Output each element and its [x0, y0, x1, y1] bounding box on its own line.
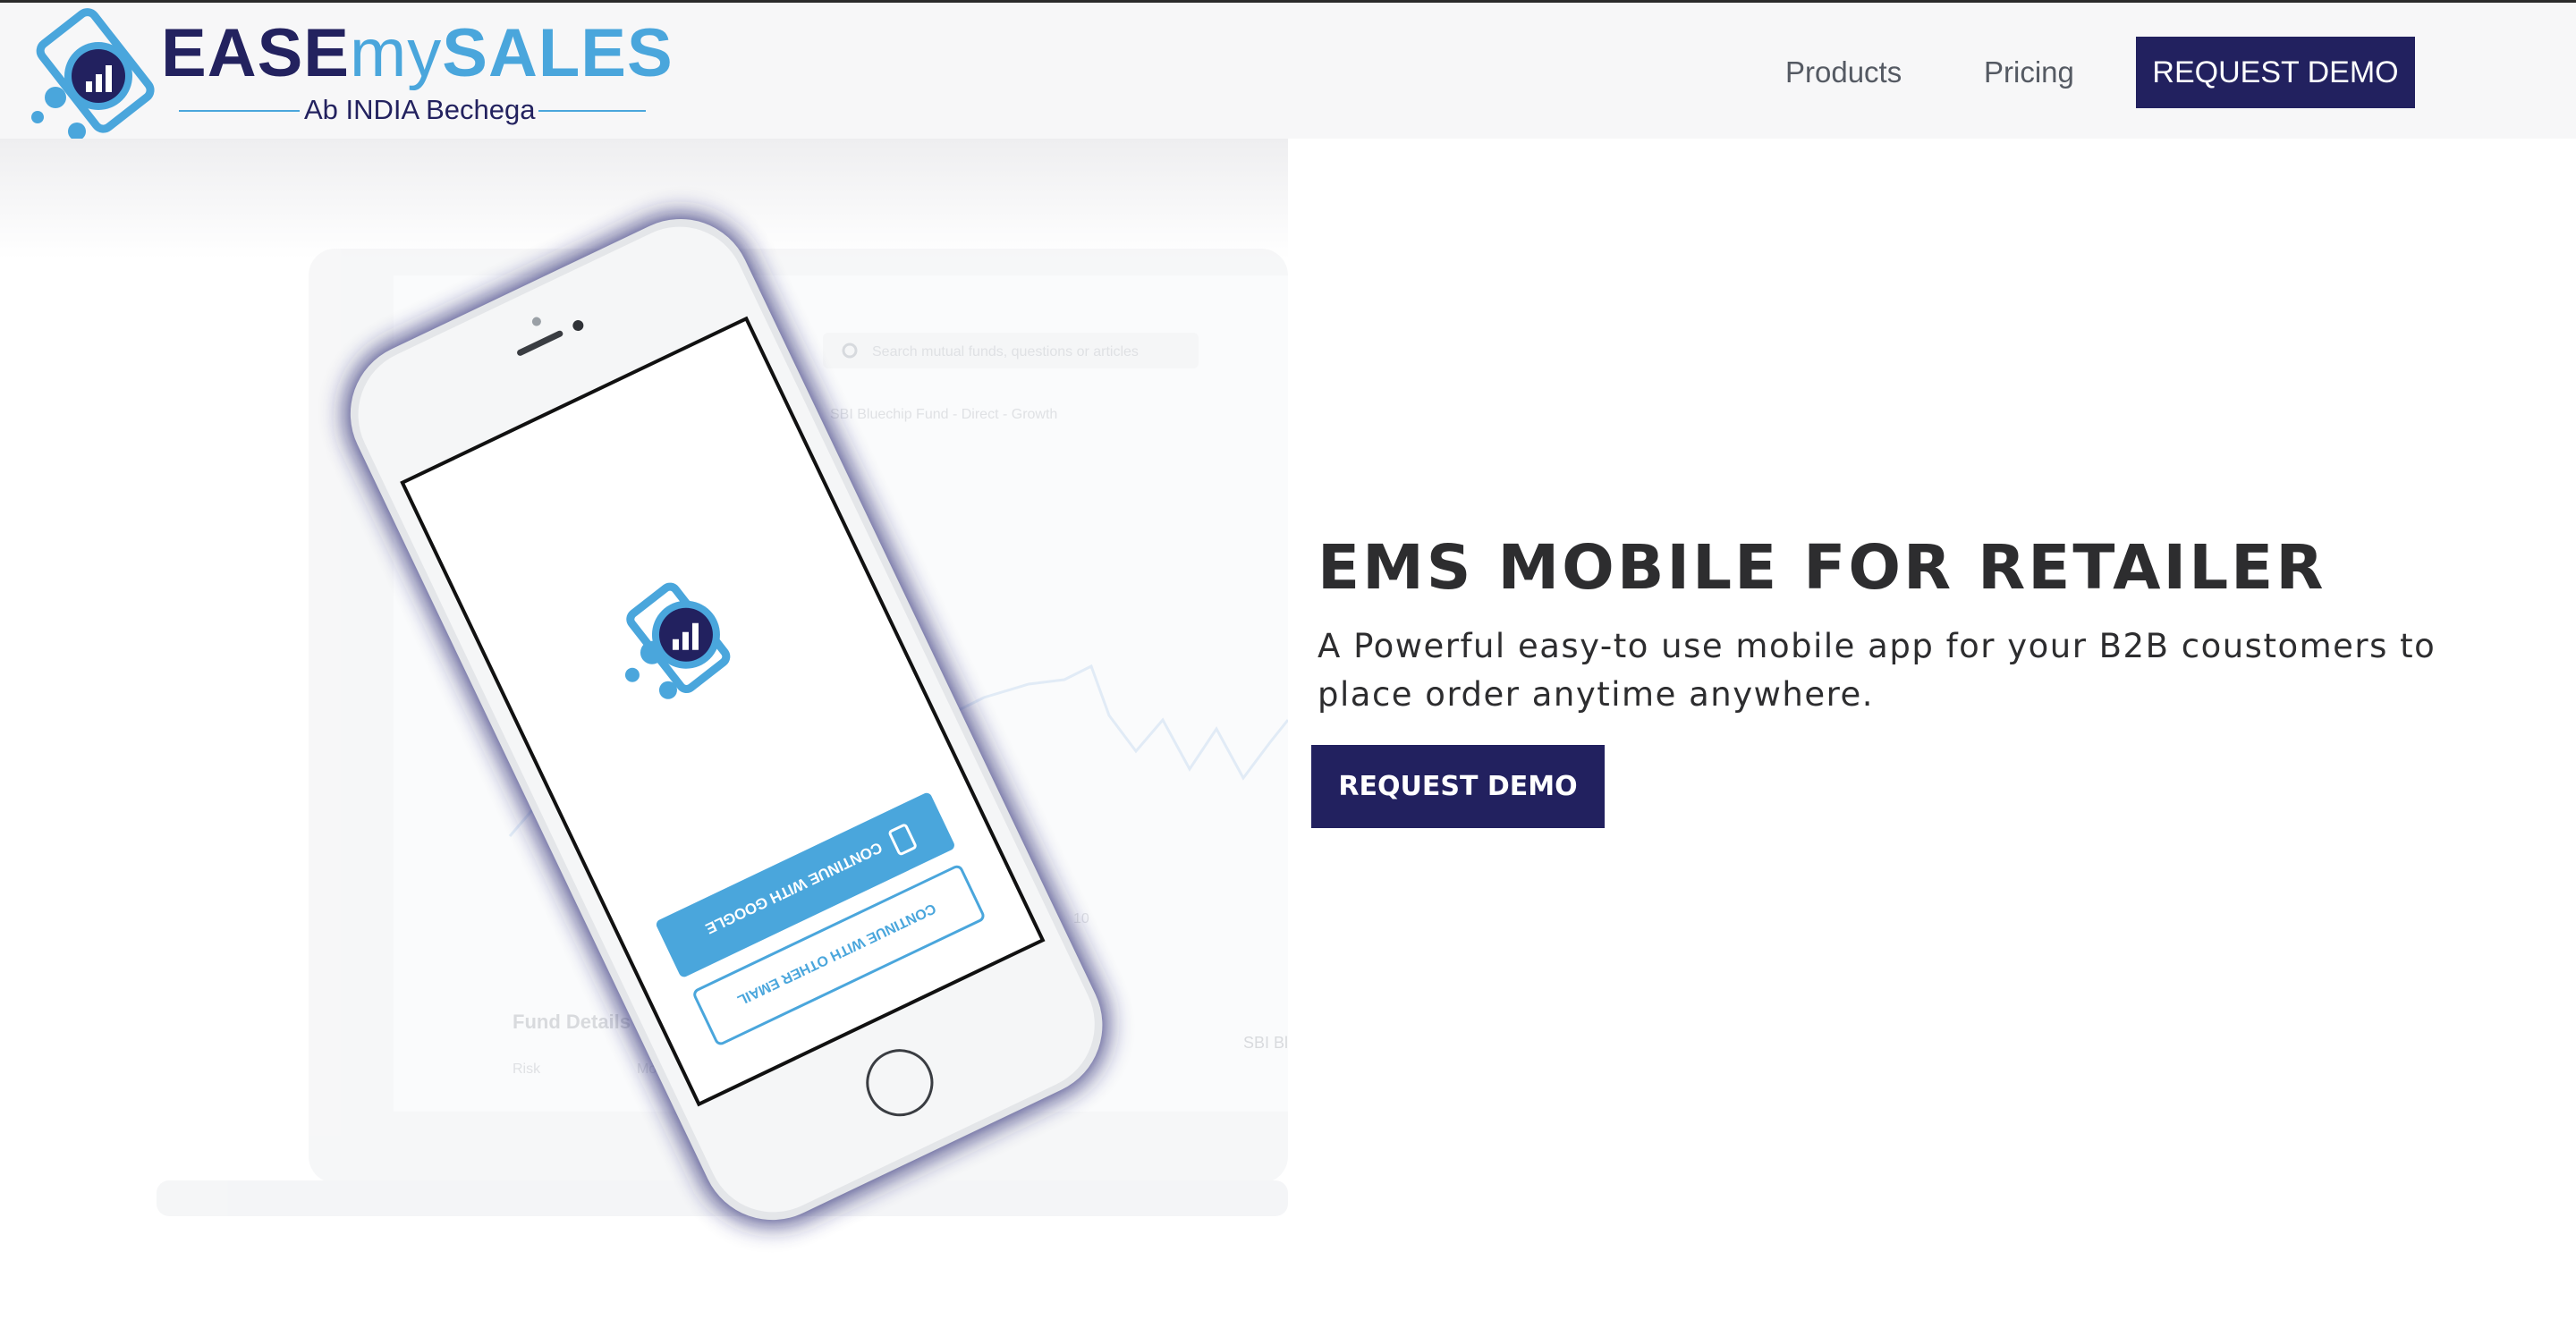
brand-name-ease: EASE	[161, 15, 350, 91]
nav-products-link[interactable]: Products	[1785, 37, 1902, 108]
nav-pricing-link[interactable]: Pricing	[1984, 37, 2074, 108]
laptop-fund-name: SBI Bluechip Fund - Direct - Growth	[830, 407, 1057, 422]
brand-logo[interactable]: EASEmySALES Ab INDIA Bechega	[27, 6, 689, 140]
hero-illustration: Search mutual funds, questions or articl…	[0, 139, 1288, 1265]
brand-name-sales: SALES	[442, 15, 674, 91]
tagline-line-left	[179, 110, 300, 112]
brand-name-my: my	[349, 15, 443, 91]
laptop-search-placeholder: Search mutual funds, questions or articl…	[872, 344, 1139, 359]
device-mockup: Search mutual funds, questions or articl…	[0, 139, 1288, 1225]
hero-description: A Powerful easy-to use mobile app for yo…	[1318, 627, 2436, 714]
tagline-line-right	[538, 110, 646, 112]
laptop-risk-label: Risk	[513, 1062, 541, 1077]
laptop-fund-details-title: Fund Details	[513, 1011, 631, 1033]
laptop-period-10y: 10	[1073, 911, 1089, 926]
site-header: EASEmySALES Ab INDIA Bechega Products Pr…	[0, 3, 2576, 140]
brand-tagline-wrap: Ab INDIA Bechega	[179, 92, 671, 128]
hero-title: EMS MOBILE FOR RETAILER	[1318, 532, 2326, 604]
header-request-demo-button[interactable]: REQUEST DEMO	[2136, 37, 2415, 108]
brand-wordmark: EASEmySALES	[161, 13, 674, 94]
laptop-sbi-label: SBI Bl	[1243, 1034, 1288, 1052]
easemysales-logo-icon	[31, 8, 155, 140]
brand-tagline: Ab INDIA Bechega	[304, 94, 536, 125]
hero-request-demo-button[interactable]: REQUEST DEMO	[1311, 745, 1605, 828]
